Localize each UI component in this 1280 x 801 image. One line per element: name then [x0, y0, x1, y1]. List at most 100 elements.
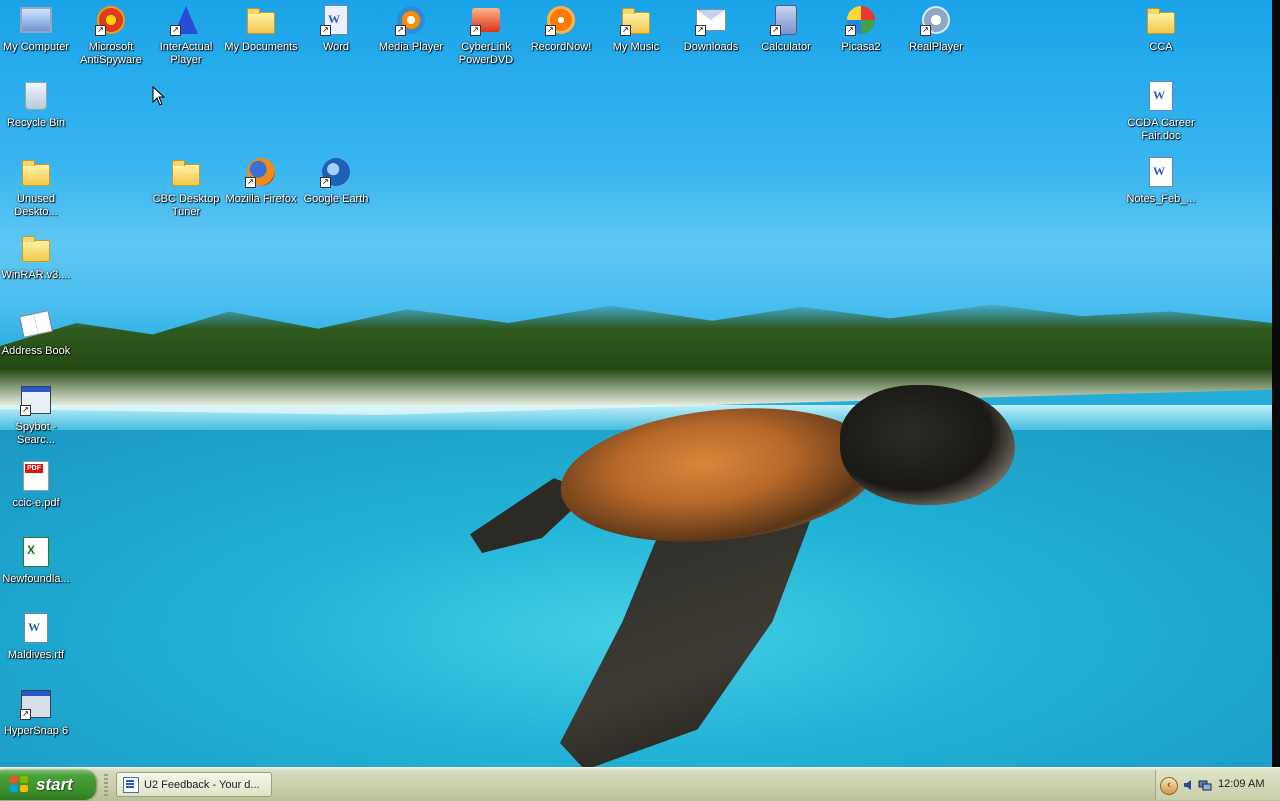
excel-icon: X	[23, 537, 49, 567]
desktop-icon-spybot[interactable]: ↗ Spybot - Searc...	[0, 384, 74, 447]
desktop-icon-my-documents[interactable]: My Documents	[223, 4, 299, 54]
word-document-icon: W	[1149, 81, 1173, 111]
pdf-badge: PDF	[25, 464, 43, 473]
icon-label: Mozilla Firefox	[225, 193, 297, 205]
show-hidden-icons-button[interactable]: ‹	[1160, 777, 1178, 795]
desktop-icon-picasa[interactable]: ↗ Picasa2	[823, 4, 899, 54]
word-document-icon: W	[24, 613, 48, 643]
desktop-icon-newfoundland[interactable]: X Newfoundla...	[0, 536, 74, 586]
shortcut-arrow-icon: ↗	[170, 25, 181, 36]
icon-label: RecordNow!	[530, 41, 592, 53]
folder-icon	[22, 160, 50, 186]
desktop-icon-address-book[interactable]: Address Book	[0, 308, 74, 358]
desktop-icon-downloads[interactable]: ↗ Downloads	[673, 4, 749, 54]
shortcut-arrow-icon: ↗	[320, 177, 331, 188]
icon-label: Maldives.rtf	[7, 649, 65, 661]
shortcut-arrow-icon: ↗	[395, 25, 406, 36]
desktop-icon-notes-feb[interactable]: W Notes_Feb_...	[1123, 156, 1199, 206]
desktop-icon-winrar[interactable]: WinRAR.v3....	[0, 232, 74, 282]
taskbar-grip[interactable]	[104, 774, 108, 796]
desktop-icon-my-computer[interactable]: My Computer	[0, 4, 74, 54]
icon-label: Word	[322, 41, 350, 53]
recycle-bin-icon	[25, 82, 47, 110]
icon-label: Downloads	[683, 41, 739, 53]
excel-letter: X	[27, 543, 36, 557]
folder-icon	[1147, 8, 1175, 34]
icon-label: Newfoundla...	[2, 573, 70, 585]
documents-folder-icon	[247, 8, 275, 34]
computer-icon	[20, 7, 52, 33]
pdf-icon: PDF	[23, 461, 49, 491]
start-label: start	[36, 775, 73, 794]
shortcut-arrow-icon: ↗	[20, 405, 31, 416]
shortcut-arrow-icon: ↗	[695, 25, 706, 36]
desktop-icon-calculator[interactable]: ↗ Calculator	[748, 4, 824, 54]
icon-label: Media Player	[378, 41, 444, 53]
icon-label: CCDA Career Fair.doc	[1127, 117, 1195, 142]
icon-label: Google Earth	[303, 193, 369, 205]
taskbar: start U2 Feedback - Your d... ‹ 12:09 AM	[0, 767, 1280, 801]
icon-label: InterActual Player	[159, 41, 213, 66]
icon-label: Address Book	[1, 345, 71, 357]
speaker-icon[interactable]	[1182, 778, 1196, 792]
address-book-icon	[19, 310, 53, 338]
icon-label: ccic-e.pdf	[12, 497, 60, 509]
desktop-icon-cyberlink[interactable]: ↗ CyberLink PowerDVD	[448, 4, 524, 67]
desktop-icon-realplayer[interactable]: ↗ RealPlayer	[898, 4, 974, 54]
desktop-icon-word[interactable]: W ↗ Word	[298, 4, 374, 54]
desktop-icon-cca[interactable]: CCA	[1123, 4, 1199, 54]
desktop-icon-firefox[interactable]: ↗ Mozilla Firefox	[223, 156, 299, 206]
icon-label: My Music	[612, 41, 660, 53]
mouse-cursor-icon	[152, 86, 166, 106]
shortcut-arrow-icon: ↗	[245, 177, 256, 188]
screen-edge	[1272, 0, 1280, 767]
word-document-icon: W	[1149, 157, 1173, 187]
icon-label: WinRAR.v3....	[1, 269, 71, 281]
shortcut-arrow-icon: ↗	[620, 25, 631, 36]
desktop-icon-media-player[interactable]: ↗ Media Player	[373, 4, 449, 54]
folder-icon	[22, 236, 50, 262]
shortcut-arrow-icon: ↗	[470, 25, 481, 36]
icon-label: My Computer	[2, 41, 70, 53]
word-letter: W	[1153, 88, 1165, 102]
icon-label: Spybot - Searc...	[15, 421, 57, 446]
network-icon[interactable]	[1198, 778, 1212, 792]
folder-icon	[172, 160, 200, 186]
shortcut-arrow-icon: ↗	[20, 709, 31, 720]
icon-label: HyperSnap 6	[3, 725, 69, 737]
desktop-icon-unused[interactable]: Unused Deskto...	[0, 156, 74, 219]
icon-label: Recycle Bin	[6, 117, 66, 129]
shortcut-arrow-icon: ↗	[845, 25, 856, 36]
icon-label: RealPlayer	[909, 41, 963, 53]
desktop-icon-recycle-bin[interactable]: Recycle Bin	[0, 80, 74, 130]
document-icon	[123, 776, 139, 793]
desktop-icon-my-music[interactable]: ↗ My Music	[598, 4, 674, 54]
desktop[interactable]: My Computer ↗ Microsoft AntiSpyware ↗ In…	[0, 0, 1280, 767]
desktop-icon-ccda-doc[interactable]: W CCDA Career Fair.doc	[1123, 80, 1199, 143]
desktop-icon-hypersnap[interactable]: ↗ HyperSnap 6	[0, 688, 74, 738]
desktop-icon-maldives[interactable]: W Maldives.rtf	[0, 612, 74, 662]
desktop-icon-recordnow[interactable]: ↗ RecordNow!	[523, 4, 599, 54]
icon-label: Microsoft AntiSpyware	[80, 41, 142, 66]
icon-label: Unused Deskto...	[14, 193, 58, 218]
desktop-icon-google-earth[interactable]: ↗ Google Earth	[298, 156, 374, 206]
word-letter: W	[28, 620, 40, 634]
desktop-icon-interactual[interactable]: ↗ InterActual Player	[148, 4, 224, 67]
clock[interactable]: 12:09 AM	[1218, 778, 1264, 790]
desktop-icon-ccic-pdf[interactable]: PDF ccic-e.pdf	[0, 460, 74, 510]
taskbar-window-label: U2 Feedback - Your d...	[144, 778, 260, 791]
windows-logo-icon	[10, 776, 30, 794]
desktop-icon-antispyware[interactable]: ↗ Microsoft AntiSpyware	[73, 4, 149, 67]
system-tray: ‹ 12:09 AM	[1155, 770, 1280, 800]
icon-label: CyberLink PowerDVD	[458, 41, 514, 66]
wallpaper-turtle-head	[840, 385, 1015, 505]
icon-label: My Documents	[224, 41, 298, 53]
shortcut-arrow-icon: ↗	[320, 25, 331, 36]
start-button[interactable]: start	[0, 770, 96, 800]
desktop-icon-cbc-tuner[interactable]: CBC Desktop Tuner	[148, 156, 224, 219]
shortcut-arrow-icon: ↗	[920, 25, 931, 36]
shortcut-arrow-icon: ↗	[95, 25, 106, 36]
taskbar-window-button[interactable]: U2 Feedback - Your d...	[116, 772, 272, 797]
wallpaper-island	[0, 304, 1272, 415]
icon-label: Calculator	[761, 41, 811, 53]
